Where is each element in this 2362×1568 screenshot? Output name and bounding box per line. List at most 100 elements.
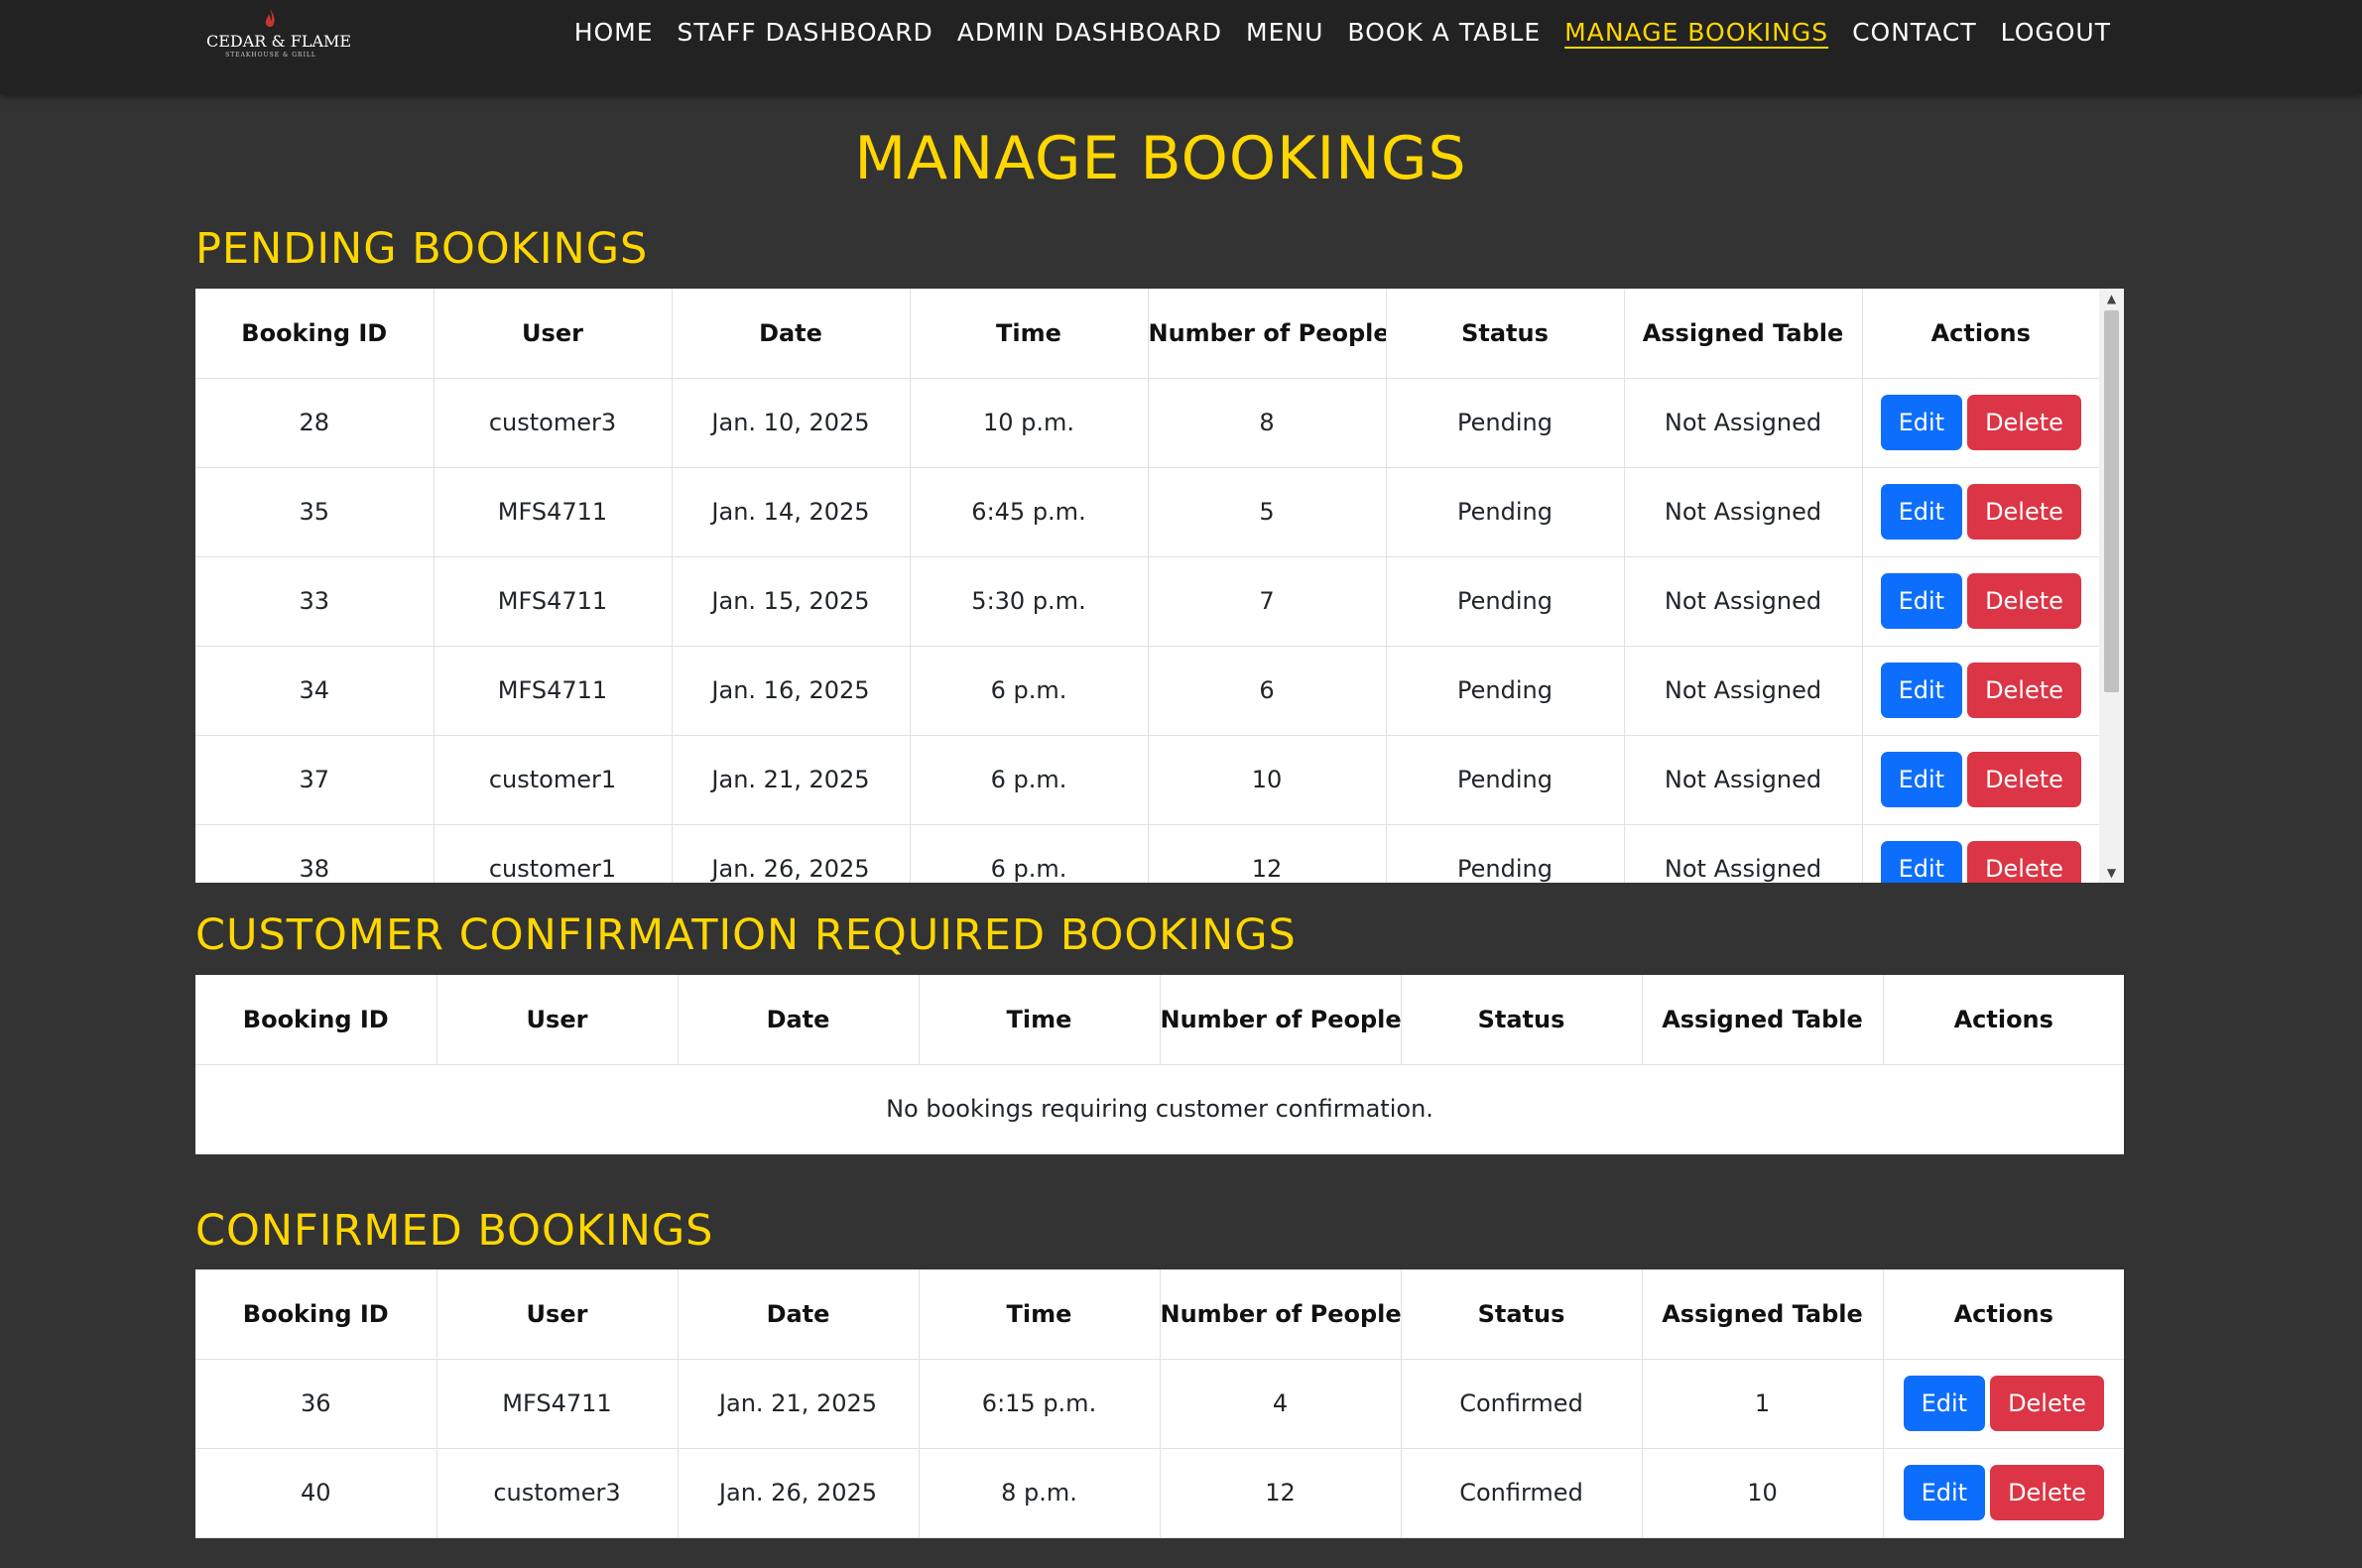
table-header-row: Booking ID User Date Time Number of People St…	[195, 975, 2124, 1065]
booking-id-cell: 33	[195, 556, 435, 647]
edit-button[interactable]: Edit	[1880, 752, 1963, 807]
status-cell: Pending	[1386, 824, 1625, 883]
column-header-user: User	[436, 975, 679, 1065]
delete-button[interactable]: Delete	[1990, 1465, 2104, 1520]
date-cell: Jan. 21, 2025	[672, 735, 911, 825]
empty-message: No bookings requiring customer confirmat…	[195, 1064, 2124, 1154]
column-header-status: Status	[1401, 975, 1643, 1065]
actions-cell: Edit Delete	[1862, 378, 2099, 468]
nav-link-menu[interactable]: MENU	[1246, 18, 1323, 47]
status-cell: Pending	[1386, 467, 1625, 557]
nav-link-manage-bookings[interactable]: MANAGE BOOKINGS	[1564, 18, 1828, 47]
table-row: 38 customer1 Jan. 26, 2025 6 p.m. 12 Pending N…	[195, 824, 2099, 883]
column-header-actions: Actions	[1862, 289, 2099, 379]
time-cell: 6 p.m.	[910, 646, 1149, 736]
edit-button[interactable]: Edit	[1880, 663, 1963, 718]
people-cell: 4	[1160, 1359, 1402, 1449]
assigned-table-cell: Not Assigned	[1624, 824, 1863, 883]
confirmed-bookings-table: Booking ID User Date Time Number of People St…	[195, 1269, 2124, 1538]
people-cell: 12	[1148, 824, 1387, 883]
date-cell: Jan. 10, 2025	[672, 378, 911, 468]
brand-name: CEDAR & FLAME	[206, 32, 352, 51]
delete-button[interactable]: Delete	[1967, 663, 2081, 718]
nav-link-book-a-table[interactable]: BOOK A TABLE	[1347, 18, 1541, 47]
time-cell: 8 p.m.	[919, 1448, 1161, 1538]
booking-id-cell: 34	[195, 646, 435, 736]
table-header-row: Booking ID User Date Time Number of People St…	[195, 1269, 2124, 1360]
table-row: 34 MFS4711 Jan. 16, 2025 6 p.m. 6 Pending Not …	[195, 646, 2099, 736]
actions-cell: Edit Delete	[1862, 467, 2099, 557]
nav-link-admin-dashboard[interactable]: ADMIN DASHBOARD	[957, 18, 1222, 47]
edit-button[interactable]: Edit	[1880, 573, 1963, 629]
user-cell: customer1	[434, 735, 673, 825]
user-cell: MFS4711	[436, 1359, 679, 1449]
edit-button[interactable]: Edit	[1903, 1376, 1986, 1431]
pending-bookings-title: PENDING BOOKINGS	[195, 224, 649, 274]
date-cell: Jan. 26, 2025	[672, 824, 911, 883]
people-cell: 12	[1160, 1448, 1402, 1538]
assigned-table-cell: 10	[1642, 1448, 1884, 1538]
column-header-date: Date	[678, 975, 920, 1065]
edit-button[interactable]: Edit	[1903, 1465, 1986, 1520]
delete-button[interactable]: Delete	[1967, 841, 2081, 883]
column-header-time: Time	[919, 975, 1161, 1065]
edit-button[interactable]: Edit	[1880, 841, 1963, 883]
time-cell: 10 p.m.	[910, 378, 1149, 468]
time-cell: 6:15 p.m.	[919, 1359, 1161, 1449]
table-row: 28 customer3 Jan. 10, 2025 10 p.m. 8 Pending N…	[195, 378, 2099, 468]
booking-id-cell: 40	[195, 1448, 437, 1538]
user-cell: customer3	[436, 1448, 679, 1538]
nav-link-home[interactable]: HOME	[574, 18, 654, 47]
table-row: 35 MFS4711 Jan. 14, 2025 6:45 p.m. 5 Pending N…	[195, 467, 2099, 557]
edit-button[interactable]: Edit	[1880, 395, 1963, 450]
assigned-table-cell: Not Assigned	[1624, 735, 1863, 825]
actions-cell: Edit Delete	[1862, 824, 2099, 883]
confirmed-bookings-table-container: Booking ID User Date Time Number of People St…	[195, 1269, 2124, 1538]
column-header-status: Status	[1401, 1269, 1643, 1360]
table-row: 37 customer1 Jan. 21, 2025 6 p.m. 10 Pending N…	[195, 735, 2099, 825]
nav-link-staff-dashboard[interactable]: STAFF DASHBOARD	[678, 18, 933, 47]
booking-id-cell: 35	[195, 467, 435, 557]
scroll-up-arrow-icon[interactable]: ▲	[2099, 289, 2124, 308]
user-cell: customer1	[434, 824, 673, 883]
pending-bookings-table-container[interactable]: Booking ID User Date Time Number of People St…	[195, 289, 2124, 883]
status-cell: Confirmed	[1401, 1359, 1643, 1449]
delete-button[interactable]: Delete	[1967, 573, 2081, 629]
booking-id-cell: 36	[195, 1359, 437, 1449]
delete-button[interactable]: Delete	[1967, 752, 2081, 807]
actions-cell: Edit Delete	[1883, 1359, 2124, 1449]
delete-button[interactable]: Delete	[1990, 1376, 2104, 1431]
time-cell: 6 p.m.	[910, 824, 1149, 883]
column-header-date: Date	[672, 289, 911, 379]
brand-logo[interactable]: CEDAR & FLAME STEAKHOUSE & GRILL	[206, 8, 352, 60]
nav-menu: HOME STAFF DASHBOARD ADMIN DASHBOARD MENU BO…	[574, 18, 2111, 47]
user-cell: MFS4711	[434, 556, 673, 647]
column-header-booking-id: Booking ID	[195, 1269, 437, 1360]
date-cell: Jan. 26, 2025	[678, 1448, 920, 1538]
date-cell: Jan. 21, 2025	[678, 1359, 920, 1449]
confirmation-required-table-container: Booking ID User Date Time Number of People St…	[195, 975, 2124, 1154]
navbar: CEDAR & FLAME STEAKHOUSE & GRILL HOME STA…	[0, 0, 2362, 94]
column-header-booking-id: Booking ID	[195, 975, 437, 1065]
scroll-down-arrow-icon[interactable]: ▼	[2099, 863, 2124, 883]
nav-link-logout[interactable]: LOGOUT	[2001, 18, 2111, 47]
status-cell: Pending	[1386, 646, 1625, 736]
column-header-user: User	[434, 289, 673, 379]
actions-cell: Edit Delete	[1862, 646, 2099, 736]
table-header-row: Booking ID User Date Time Number of People St…	[195, 289, 2099, 379]
assigned-table-cell: Not Assigned	[1624, 646, 1863, 736]
date-cell: Jan. 16, 2025	[672, 646, 911, 736]
table-row: 40 customer3 Jan. 26, 2025 8 p.m. 12 Confirme…	[195, 1448, 2124, 1538]
nav-link-contact[interactable]: CONTACT	[1852, 18, 1977, 47]
time-cell: 6 p.m.	[910, 735, 1149, 825]
pending-table-scrollbar[interactable]: ▲ ▼	[2099, 289, 2124, 883]
edit-button[interactable]: Edit	[1880, 484, 1963, 540]
column-header-time: Time	[910, 289, 1149, 379]
column-header-date: Date	[678, 1269, 920, 1360]
delete-button[interactable]: Delete	[1967, 395, 2081, 450]
delete-button[interactable]: Delete	[1967, 484, 2081, 540]
confirmed-bookings-title: CONFIRMED BOOKINGS	[195, 1206, 714, 1256]
assigned-table-cell: Not Assigned	[1624, 467, 1863, 557]
scrollbar-thumb[interactable]	[2104, 310, 2119, 692]
status-cell: Confirmed	[1401, 1448, 1643, 1538]
